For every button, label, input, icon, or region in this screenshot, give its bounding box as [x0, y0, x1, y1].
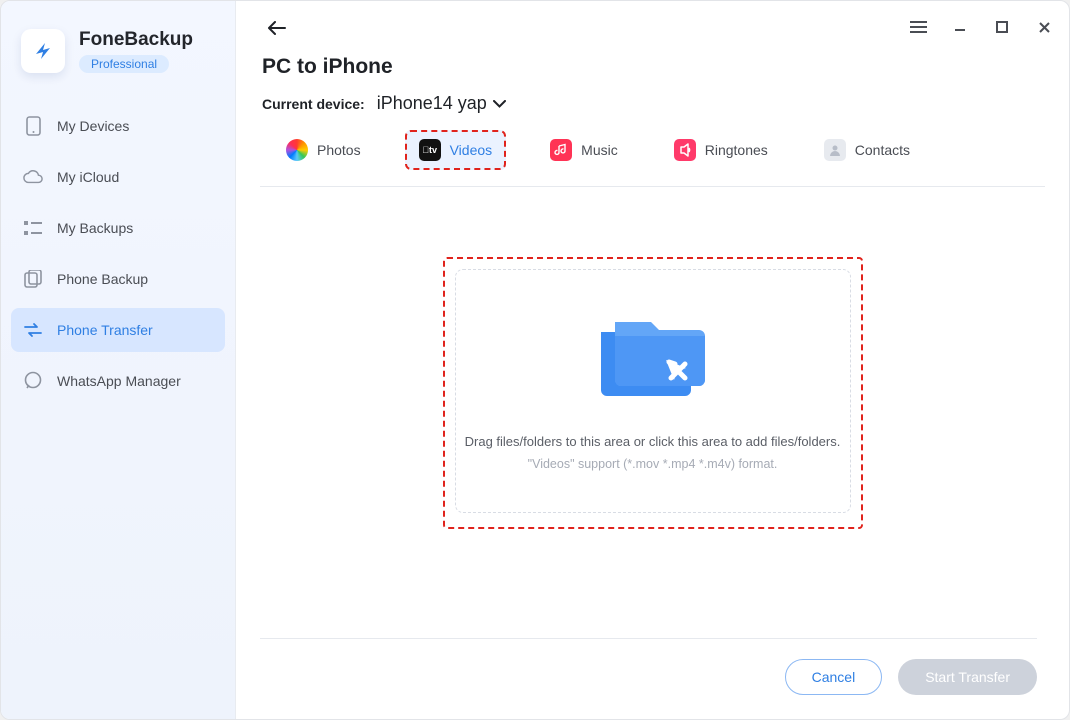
file-dropzone[interactable]: Drag files/folders to this area or click… — [455, 269, 851, 513]
brand: FoneBackup Professional — [11, 25, 225, 95]
logo-icon — [21, 29, 65, 73]
category-contacts[interactable]: Contacts — [812, 132, 922, 168]
phone-icon — [23, 116, 43, 136]
sidebar-nav: My Devices My iCloud My Backups Phone Ba… — [11, 97, 225, 410]
cancel-label: Cancel — [812, 669, 856, 685]
chat-icon — [23, 371, 43, 391]
category-label: Photos — [317, 142, 361, 158]
category-music[interactable]: Music — [538, 132, 630, 168]
category-label: Ringtones — [705, 142, 768, 158]
chevron-down-icon — [493, 100, 506, 108]
category-label: Music — [581, 142, 618, 158]
sidebar-item-label: My Backups — [57, 220, 133, 236]
sidebar-item-my-devices[interactable]: My Devices — [11, 104, 225, 148]
back-button[interactable] — [260, 13, 294, 43]
photos-icon — [286, 139, 308, 161]
category-label: Videos — [450, 142, 493, 158]
sidebar-item-my-icloud[interactable]: My iCloud — [11, 155, 225, 199]
main-content: PC to iPhone Current device: iPhone14 ya… — [236, 1, 1069, 719]
videos-icon: tv — [419, 139, 441, 161]
tier-badge: Professional — [79, 55, 169, 73]
cancel-button[interactable]: Cancel — [785, 659, 883, 695]
dropzone-hint-secondary: "Videos" support (*.mov *.mp4 *.m4v) for… — [528, 457, 778, 471]
dropzone-hint-primary: Drag files/folders to this area or click… — [465, 434, 841, 449]
category-tabs: Photos tv Videos Music Ringtones — [260, 126, 1045, 187]
page-title: PC to iPhone — [262, 55, 1043, 79]
sidebar-item-label: My Devices — [57, 118, 129, 134]
sidebar-item-label: My iCloud — [57, 169, 119, 185]
app-name: FoneBackup — [79, 29, 193, 51]
cloud-icon — [23, 167, 43, 187]
current-device-row: Current device: iPhone14 yap — [262, 93, 1043, 114]
app-window: FoneBackup Professional My Devices My iC… — [0, 0, 1070, 720]
ringtones-icon — [674, 139, 696, 161]
sidebar-item-whatsapp-manager[interactable]: WhatsApp Manager — [11, 359, 225, 403]
sidebar-item-my-backups[interactable]: My Backups — [11, 206, 225, 250]
sidebar-item-phone-backup[interactable]: Phone Backup — [11, 257, 225, 301]
start-label: Start Transfer — [925, 669, 1010, 685]
current-device-label: Current device: — [262, 96, 365, 112]
category-ringtones[interactable]: Ringtones — [662, 132, 780, 168]
sidebar-item-phone-transfer[interactable]: Phone Transfer — [11, 308, 225, 352]
start-transfer-button[interactable]: Start Transfer — [898, 659, 1037, 695]
sidebar-item-label: WhatsApp Manager — [57, 373, 181, 389]
category-videos[interactable]: tv Videos — [405, 130, 507, 170]
transfer-icon — [23, 320, 43, 340]
sidebar-item-label: Phone Transfer — [57, 322, 153, 338]
sidebar-item-label: Phone Backup — [57, 271, 148, 287]
footer-actions: Cancel Start Transfer — [260, 638, 1037, 695]
sidebar: FoneBackup Professional My Devices My iC… — [1, 1, 236, 719]
category-photos[interactable]: Photos — [274, 132, 373, 168]
backup-icon — [23, 269, 43, 289]
device-selector[interactable]: iPhone14 yap — [377, 93, 506, 114]
music-icon — [550, 139, 572, 161]
dropzone-highlight: Drag files/folders to this area or click… — [443, 257, 863, 529]
category-label: Contacts — [855, 142, 910, 158]
list-icon — [23, 218, 43, 238]
contacts-icon — [824, 139, 846, 161]
folder-icon — [593, 312, 713, 412]
device-name: iPhone14 yap — [377, 93, 487, 114]
